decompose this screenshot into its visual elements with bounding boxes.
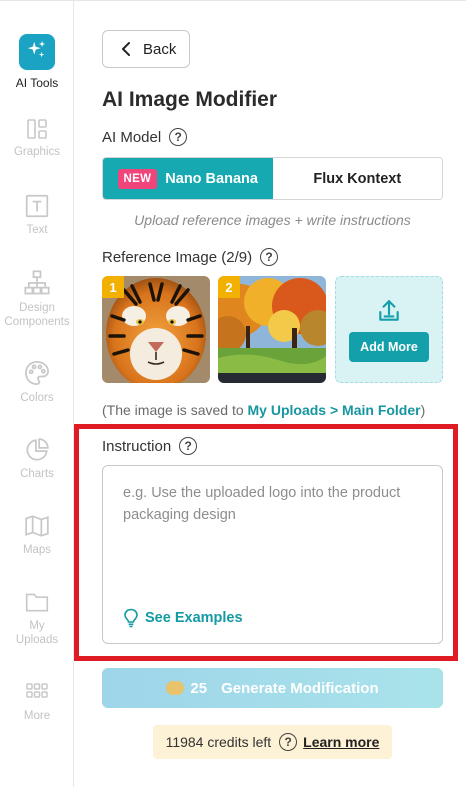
model-option-nano-banana[interactable]: NEW Nano Banana <box>103 158 273 199</box>
add-more-tile[interactable]: Add More <box>335 276 443 383</box>
reference-image-label-row: Reference Image (2/9) ? <box>102 248 279 266</box>
folder-icon <box>25 593 49 612</box>
sidebar-item-label: More <box>23 710 51 722</box>
sparkles-icon <box>19 34 55 70</box>
generate-label: Generate Modification <box>221 679 379 697</box>
instruction-placeholder: e.g. Use the uploaded logo into the prod… <box>123 485 401 523</box>
sidebar-item-charts[interactable]: Charts <box>0 437 74 481</box>
see-examples-link[interactable]: See Examples <box>123 608 243 628</box>
credits-banner: 11984 credits left ? Learn more <box>153 725 392 759</box>
add-more-button[interactable]: Add More <box>349 331 429 362</box>
sidebar-item-label: Graphics <box>13 146 61 158</box>
upload-hint: Upload reference images + write instruct… <box>134 212 411 228</box>
sidebar-item-graphics[interactable]: Graphics <box>0 117 74 159</box>
sidebar-item-label: Maps <box>22 544 52 556</box>
coin-icon <box>166 681 185 695</box>
sidebar-item-design-components[interactable]: Design Components <box>0 269 74 329</box>
sidebar-item-colors[interactable]: Colors <box>0 359 74 405</box>
ai-model-label-row: AI Model ? <box>102 128 188 146</box>
my-uploads-link[interactable]: My Uploads > Main Folder <box>248 402 421 418</box>
see-examples-label: See Examples <box>145 610 243 626</box>
saved-note-suffix: ) <box>420 402 426 418</box>
shapes-icon <box>27 119 47 139</box>
back-button-label: Back <box>143 40 177 58</box>
new-badge: NEW <box>117 168 158 189</box>
saved-note-prefix: (The image is saved to <box>102 402 248 418</box>
palette-icon <box>25 361 49 385</box>
instruction-textarea[interactable]: e.g. Use the uploaded logo into the prod… <box>102 465 443 644</box>
left-sidebar: AI Tools Graphics Text Design Components… <box>0 1 74 787</box>
grid-icon <box>26 683 48 698</box>
help-icon[interactable]: ? <box>260 248 279 266</box>
help-icon[interactable]: ? <box>179 437 198 455</box>
hierarchy-icon <box>24 270 50 295</box>
sidebar-item-label: My Uploads <box>15 620 59 646</box>
learn-more-link[interactable]: Learn more <box>303 734 379 750</box>
model-option-label: Flux Kontext <box>313 170 402 187</box>
credits-left: 11984 credits left <box>165 734 272 750</box>
text-box-icon <box>25 194 49 218</box>
reference-thumbnail-2[interactable]: 2 <box>218 276 326 383</box>
sidebar-item-my-uploads[interactable]: My Uploads <box>0 589 74 647</box>
chevron-left-icon <box>122 42 130 56</box>
credit-cost: 25 <box>166 680 207 697</box>
sidebar-item-text[interactable]: Text <box>0 193 74 237</box>
model-option-flux-kontext[interactable]: Flux Kontext <box>272 158 442 199</box>
model-option-label: Nano Banana <box>165 170 258 187</box>
page-title: AI Image Modifier <box>102 88 278 111</box>
ai-model-label: AI Model <box>102 128 162 146</box>
sidebar-item-ai-tools[interactable]: AI Tools <box>0 34 74 90</box>
instruction-label-row: Instruction ? <box>102 437 198 455</box>
lightbulb-icon <box>124 608 138 628</box>
sidebar-item-label: Design Components <box>4 302 70 328</box>
help-icon[interactable]: ? <box>279 733 298 751</box>
sidebar-item-label: Charts <box>20 468 54 480</box>
upload-icon <box>379 299 399 321</box>
map-icon <box>25 515 49 537</box>
sidebar-item-more[interactable]: More <box>0 681 74 723</box>
instruction-label: Instruction <box>102 437 172 455</box>
generate-modification-button[interactable]: 25 Generate Modification <box>102 668 443 708</box>
back-button[interactable]: Back <box>102 30 190 68</box>
sidebar-item-label: AI Tools <box>15 76 59 90</box>
help-icon[interactable]: ? <box>169 128 188 146</box>
pie-chart-icon <box>26 438 49 461</box>
sidebar-item-label: Text <box>26 224 48 236</box>
sidebar-item-maps[interactable]: Maps <box>0 513 74 557</box>
credit-cost-value: 25 <box>190 679 208 697</box>
thumbnail-number: 1 <box>102 276 124 298</box>
sidebar-item-label: Colors <box>20 392 54 404</box>
saved-location-note: (The image is saved to My Uploads > Main… <box>102 402 425 418</box>
ai-model-selector: NEW Nano Banana Flux Kontext <box>102 157 443 200</box>
reference-thumbnail-1[interactable]: 1 <box>102 276 210 383</box>
thumbnail-number: 2 <box>218 276 240 298</box>
reference-image-label: Reference Image (2/9) <box>102 248 253 266</box>
